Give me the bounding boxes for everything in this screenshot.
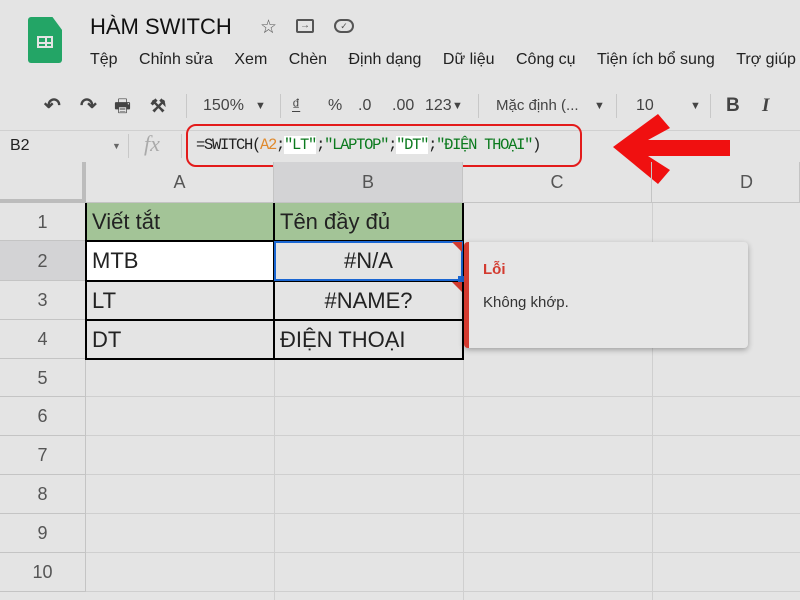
error-marker: [452, 242, 462, 252]
selection-outline: [274, 241, 463, 281]
error-message: Không khớp.: [483, 294, 569, 311]
error-tooltip: Lỗi Không khớp.: [464, 242, 748, 348]
error-marker: [452, 282, 462, 292]
error-title: Lỗi: [483, 261, 506, 278]
